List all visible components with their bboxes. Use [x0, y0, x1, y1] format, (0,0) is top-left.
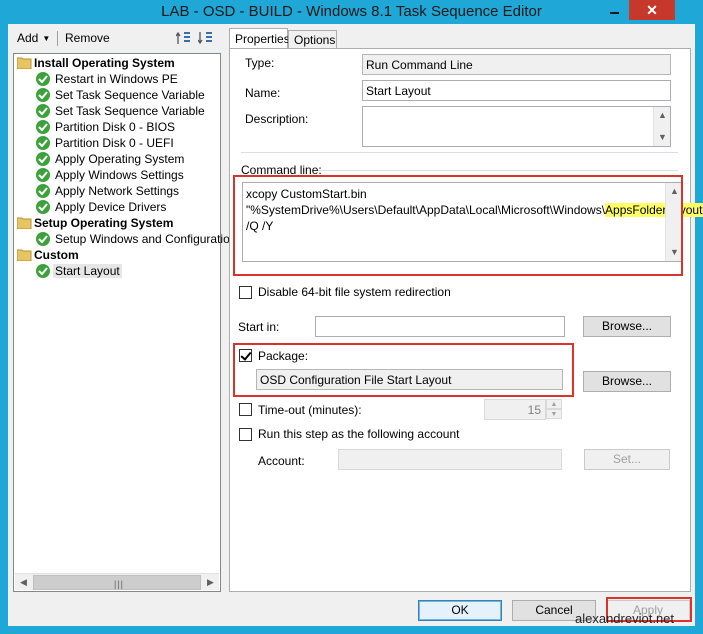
tree-group-label: Custom: [34, 248, 79, 262]
scroll-down-icon[interactable]: ▼: [654, 129, 670, 146]
add-label: Add: [17, 31, 39, 45]
move-up-icon[interactable]: [176, 30, 192, 46]
success-check-icon: [36, 152, 50, 166]
scroll-right-icon[interactable]: ▶: [202, 574, 219, 591]
disable-64bit-label: Disable 64-bit file system redirection: [258, 285, 451, 299]
folder-icon: [17, 57, 32, 69]
title-bar: LAB - OSD - BUILD - Windows 8.1 Task Seq…: [0, 0, 703, 24]
description-field[interactable]: ▲ ▼: [362, 106, 671, 147]
type-label: Type:: [245, 56, 275, 70]
scroll-up-icon[interactable]: ▲: [654, 107, 670, 124]
success-check-icon: [36, 232, 50, 246]
success-check-icon: [36, 88, 50, 102]
folder-icon: [17, 217, 32, 229]
start-in-label: Start in:: [238, 320, 280, 334]
tree-step-label: Start Layout: [53, 264, 122, 278]
task-sequence-tree[interactable]: Install Operating System Restart in Wind…: [13, 53, 236, 592]
tree-step-label: Apply Network Settings: [55, 184, 180, 198]
folder-icon: [17, 249, 32, 261]
grip-icon: |||: [114, 579, 125, 589]
separator: [241, 152, 678, 153]
timeout-label: Time-out (minutes):: [258, 403, 362, 417]
tree-step-label: Restart in Windows PE: [55, 72, 178, 86]
tab-options[interactable]: Options: [288, 30, 337, 48]
close-button[interactable]: ✕: [629, 0, 675, 20]
name-field[interactable]: Start Layout: [362, 80, 671, 101]
type-field: Run Command Line: [362, 54, 671, 75]
success-check-icon: [36, 264, 50, 278]
highlight-annotation-box: [233, 175, 683, 276]
tree-step-label: Partition Disk 0 - UEFI: [55, 136, 174, 150]
tree-step-label: Apply Operating System: [55, 152, 185, 166]
separator: [318, 170, 678, 171]
tree-horizontal-scrollbar[interactable]: ◀ ||| ▶: [15, 573, 219, 590]
start-in-field[interactable]: [315, 316, 565, 337]
success-check-icon: [36, 184, 50, 198]
spin-down-icon[interactable]: ▼: [546, 409, 562, 419]
success-check-icon: [36, 72, 50, 86]
package-label: Package:: [258, 349, 309, 363]
ok-button[interactable]: OK: [418, 600, 502, 621]
run-as-label: Run this step as the following account: [258, 427, 460, 441]
toolbar-separator: [57, 31, 58, 46]
disable-64bit-checkbox[interactable]: [239, 286, 252, 299]
description-scrollbar[interactable]: ▲ ▼: [653, 107, 670, 146]
tree-step-label: Partition Disk 0 - BIOS: [55, 120, 176, 134]
success-check-icon: [36, 168, 50, 182]
tree-step-label: Set Task Sequence Variable: [55, 88, 205, 102]
scrollbar-thumb[interactable]: |||: [33, 575, 201, 590]
success-check-icon: [36, 104, 50, 118]
success-check-icon: [36, 200, 50, 214]
tree-group-label: Setup Operating System: [34, 216, 174, 230]
tree-step-label: Apply Windows Settings: [55, 168, 184, 182]
watermark-text: alexandreviot.net: [575, 611, 675, 626]
tab-properties[interactable]: Properties: [229, 28, 290, 49]
add-menu-button[interactable]: Add ▼: [17, 31, 50, 45]
dropdown-arrow-icon: ▼: [42, 34, 51, 43]
account-field: [338, 449, 562, 470]
tree-group-label: Install Operating System: [34, 56, 175, 70]
success-check-icon: [36, 136, 50, 150]
account-label: Account:: [258, 454, 305, 468]
browse-package-button[interactable]: Browse...: [583, 371, 671, 392]
browse-start-in-button[interactable]: Browse...: [583, 316, 671, 337]
success-check-icon: [36, 120, 50, 134]
tree-step-label: Apply Device Drivers: [55, 200, 167, 214]
remove-button[interactable]: Remove: [65, 31, 110, 45]
minimize-button[interactable]: [601, 0, 627, 20]
spin-up-icon[interactable]: ▲: [546, 399, 562, 409]
window-title: LAB - OSD - BUILD - Windows 8.1 Task Seq…: [161, 3, 542, 20]
tree-step-label: Set Task Sequence Variable: [55, 104, 205, 118]
scroll-left-icon[interactable]: ◀: [15, 574, 32, 591]
move-down-icon[interactable]: [198, 30, 214, 46]
run-as-checkbox[interactable]: [239, 428, 252, 441]
timeout-checkbox[interactable]: [239, 403, 252, 416]
set-account-button[interactable]: Set...: [584, 449, 670, 470]
window-client-area: Add ▼ Remove Install Operating System Res…: [8, 24, 703, 626]
name-label: Name:: [245, 86, 281, 100]
tree-step-label: Setup Windows and Configuration: [55, 232, 237, 246]
package-field: OSD Configuration File Start Layout: [256, 369, 563, 390]
tree-toolbar: Add ▼ Remove: [8, 24, 222, 52]
package-checkbox[interactable]: [239, 349, 252, 362]
timeout-spin-buttons[interactable]: ▲ ▼: [546, 399, 562, 420]
description-label: Description:: [245, 112, 309, 126]
timeout-spinner[interactable]: 15: [484, 399, 546, 420]
